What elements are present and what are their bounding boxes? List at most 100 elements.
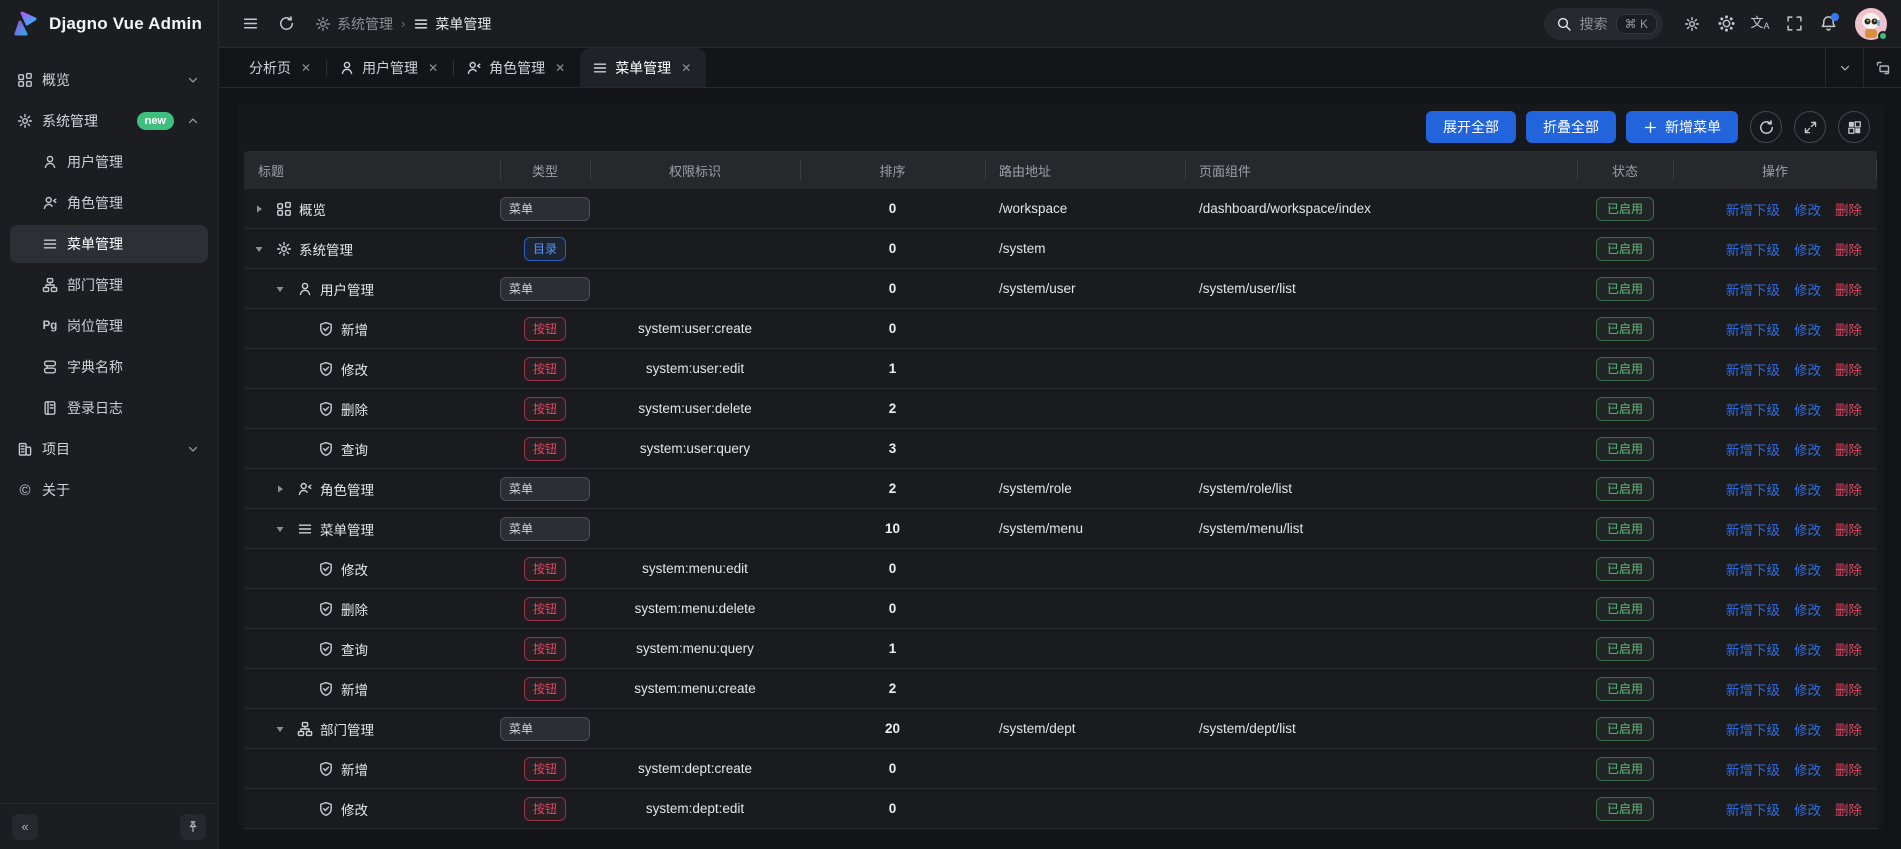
delete-link[interactable]: 删除: [1835, 479, 1862, 499]
tree-collapsed-arrow[interactable]: [275, 484, 296, 494]
breadcrumb-menu[interactable]: 菜单管理: [413, 14, 491, 34]
edit-link[interactable]: 修改: [1794, 759, 1821, 779]
tree-expanded-arrow[interactable]: [275, 724, 296, 734]
add-child-link[interactable]: 新增下级: [1726, 799, 1780, 819]
delete-link[interactable]: 删除: [1835, 639, 1862, 659]
tab-close-icon[interactable]: ✕: [678, 59, 694, 77]
tab-close-icon[interactable]: ✕: [552, 59, 568, 77]
edit-link[interactable]: 修改: [1794, 599, 1821, 619]
add-child-link[interactable]: 新增下级: [1726, 679, 1780, 699]
content-maximize-button[interactable]: [1863, 48, 1901, 87]
table-fullscreen-button[interactable]: [1794, 111, 1826, 143]
edit-link[interactable]: 修改: [1794, 799, 1821, 819]
add-child-link[interactable]: 新增下级: [1726, 479, 1780, 499]
add-child-link[interactable]: 新增下级: [1726, 199, 1780, 219]
sidebar-item-字典名称[interactable]: 字典名称: [10, 348, 208, 386]
add-child-link[interactable]: 新增下级: [1726, 279, 1780, 299]
expand-all-button[interactable]: 展开全部: [1426, 111, 1516, 143]
type-badge: 按钮: [524, 357, 566, 381]
edit-link[interactable]: 修改: [1794, 559, 1821, 579]
sidebar-item-岗位管理[interactable]: Pg 岗位管理: [10, 307, 208, 345]
theme-sun-button[interactable]: [1711, 9, 1741, 39]
delete-link[interactable]: 删除: [1835, 519, 1862, 539]
delete-link[interactable]: 删除: [1835, 199, 1862, 219]
cell-actions: 新增下级 修改 删除: [1673, 519, 1877, 539]
add-child-link[interactable]: 新增下级: [1726, 639, 1780, 659]
sidebar-item-系统管理[interactable]: 系统管理new: [10, 102, 208, 140]
edit-link[interactable]: 修改: [1794, 359, 1821, 379]
sidebar-item-用户管理[interactable]: 用户管理: [10, 143, 208, 181]
delete-link[interactable]: 删除: [1835, 799, 1862, 819]
tab-角色管理[interactable]: 角色管理✕: [454, 48, 580, 87]
add-child-link[interactable]: 新增下级: [1726, 599, 1780, 619]
add-child-link[interactable]: 新增下级: [1726, 559, 1780, 579]
delete-link[interactable]: 删除: [1835, 559, 1862, 579]
edit-link[interactable]: 修改: [1794, 679, 1821, 699]
tab-close-icon[interactable]: ✕: [425, 59, 441, 77]
tab-分析页[interactable]: 分析页✕: [237, 48, 326, 87]
delete-link[interactable]: 删除: [1835, 719, 1862, 739]
edit-link[interactable]: 修改: [1794, 639, 1821, 659]
edit-link[interactable]: 修改: [1794, 279, 1821, 299]
add-menu-button[interactable]: 新增菜单: [1626, 111, 1738, 143]
edit-link[interactable]: 修改: [1794, 319, 1821, 339]
sidebar-item-菜单管理[interactable]: 菜单管理: [10, 225, 208, 263]
breadcrumb-system[interactable]: 系统管理: [315, 14, 393, 34]
tab-菜单管理[interactable]: 菜单管理✕: [580, 48, 706, 87]
hamburger-menu-icon[interactable]: [235, 9, 265, 39]
delete-link[interactable]: 删除: [1835, 319, 1862, 339]
edit-link[interactable]: 修改: [1794, 719, 1821, 739]
edit-link[interactable]: 修改: [1794, 239, 1821, 259]
edit-link[interactable]: 修改: [1794, 439, 1821, 459]
tab-list-dropdown-button[interactable]: [1825, 48, 1863, 87]
add-child-link[interactable]: 新增下级: [1726, 519, 1780, 539]
table-columns-button[interactable]: [1838, 111, 1870, 143]
tree-expanded-arrow[interactable]: [275, 284, 296, 294]
fullscreen-button[interactable]: [1779, 9, 1809, 39]
search-input[interactable]: 搜索 ⌘ K: [1544, 8, 1663, 40]
add-child-link[interactable]: 新增下级: [1726, 359, 1780, 379]
settings-gear-button[interactable]: [1677, 9, 1707, 39]
sidebar-item-关于[interactable]: © 关于: [10, 471, 208, 509]
add-child-link[interactable]: 新增下级: [1726, 439, 1780, 459]
add-child-link[interactable]: 新增下级: [1726, 759, 1780, 779]
sidebar-item-登录日志[interactable]: 登录日志: [10, 389, 208, 427]
delete-link[interactable]: 删除: [1835, 239, 1862, 259]
collapse-all-button[interactable]: 折叠全部: [1526, 111, 1616, 143]
edit-link[interactable]: 修改: [1794, 479, 1821, 499]
tree-collapsed-arrow[interactable]: [254, 204, 275, 214]
edit-link[interactable]: 修改: [1794, 399, 1821, 419]
add-child-link[interactable]: 新增下级: [1726, 719, 1780, 739]
delete-link[interactable]: 删除: [1835, 679, 1862, 699]
refresh-icon[interactable]: [271, 9, 301, 39]
edit-link[interactable]: 修改: [1794, 199, 1821, 219]
sidebar-pin-button[interactable]: [180, 814, 206, 840]
add-child-link[interactable]: 新增下级: [1726, 239, 1780, 259]
cell-type: 菜单: [500, 477, 590, 501]
tree-expanded-arrow[interactable]: [275, 524, 296, 534]
delete-link[interactable]: 删除: [1835, 439, 1862, 459]
tab-close-icon[interactable]: ✕: [298, 59, 314, 77]
delete-link[interactable]: 删除: [1835, 759, 1862, 779]
edit-link[interactable]: 修改: [1794, 519, 1821, 539]
table-refresh-button[interactable]: [1750, 111, 1782, 143]
cell-status: 已启用: [1577, 237, 1673, 261]
add-child-link[interactable]: 新增下级: [1726, 399, 1780, 419]
add-child-link[interactable]: 新增下级: [1726, 319, 1780, 339]
tree-expanded-arrow[interactable]: [254, 244, 275, 254]
delete-link[interactable]: 删除: [1835, 359, 1862, 379]
delete-link[interactable]: 删除: [1835, 399, 1862, 419]
delete-link[interactable]: 删除: [1835, 279, 1862, 299]
sidebar-item-项目[interactable]: 项目: [10, 430, 208, 468]
logo-row[interactable]: Djagno Vue Admin: [0, 0, 218, 48]
tab-用户管理[interactable]: 用户管理✕: [327, 48, 453, 87]
user-avatar[interactable]: [1855, 8, 1887, 40]
sidebar-item-角色管理[interactable]: 角色管理: [10, 184, 208, 222]
language-translate-button[interactable]: 文A: [1745, 9, 1775, 39]
delete-link[interactable]: 删除: [1835, 599, 1862, 619]
sidebar-collapse-button[interactable]: «: [12, 814, 38, 840]
notifications-bell-button[interactable]: [1813, 9, 1843, 39]
type-badge: 按钮: [524, 637, 566, 661]
sidebar-item-部门管理[interactable]: 部门管理: [10, 266, 208, 304]
sidebar-item-概览[interactable]: 概览: [10, 61, 208, 99]
